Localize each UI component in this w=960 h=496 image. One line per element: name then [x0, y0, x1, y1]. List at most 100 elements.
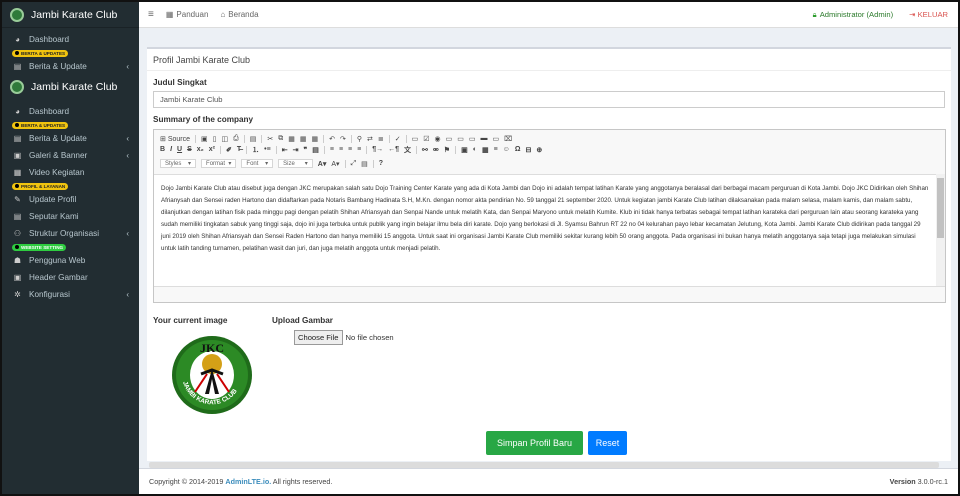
editor-content[interactable]: Dojo Jambi Karate Club atau disebut juga…	[154, 174, 945, 286]
preview-icon[interactable]: ◫	[221, 135, 228, 143]
sidebar-item-dashboard[interactable]: ◕ Dashboard	[2, 103, 139, 120]
save-icon[interactable]: ▣	[201, 135, 208, 143]
anchor-icon[interactable]: ⚑	[444, 146, 450, 154]
paste-word-icon[interactable]: ▦	[311, 135, 318, 143]
special-char-icon[interactable]: Ω	[515, 146, 521, 153]
align-center-icon[interactable]: ≡	[339, 146, 343, 153]
copy-icon[interactable]: ⧉	[278, 135, 283, 143]
video-icon: ▦	[13, 168, 22, 177]
menu-toggle-icon[interactable]: ≡	[148, 9, 154, 20]
size-select[interactable]: Size ▾	[278, 159, 313, 168]
table-icon[interactable]: ▦	[482, 146, 489, 154]
sidebar-item-video[interactable]: ▦ Video Kegiatan	[2, 164, 139, 181]
text-color-icon[interactable]: A▾	[318, 160, 327, 168]
maximize-icon[interactable]: ⤢	[351, 160, 357, 168]
find-icon[interactable]: ⚲	[357, 135, 362, 143]
indent-icon[interactable]: ⇥	[293, 146, 299, 154]
remove-format-icon[interactable]: T̶	[237, 146, 241, 153]
logout-link[interactable]: ⇥ KELUAR	[909, 10, 948, 19]
align-right-icon[interactable]: ≡	[348, 146, 352, 153]
paste-text-icon[interactable]: ▦	[300, 135, 307, 143]
show-blocks-icon[interactable]: ▤	[361, 160, 368, 168]
link-icon[interactable]: ⚯	[422, 146, 428, 154]
iframe-icon[interactable]: ⊕	[536, 146, 542, 154]
form-icon[interactable]: ▭	[412, 135, 419, 143]
textarea-icon[interactable]: ▭	[457, 135, 464, 143]
print-icon[interactable]: ⎙	[233, 135, 239, 143]
radio-icon[interactable]: ◉	[435, 135, 441, 143]
cut-icon[interactable]: ✂	[267, 135, 273, 143]
sidebar-item-struktur[interactable]: ⚇ Struktur Organisasi ‹	[2, 225, 139, 242]
align-left-icon[interactable]: ≡	[330, 146, 334, 153]
editor-scrollbar[interactable]	[936, 174, 945, 286]
sidebar-item-berita[interactable]: ▤ Berita & Update ‹	[2, 58, 139, 75]
file-upload-input[interactable]: Choose File No file chosen	[294, 330, 394, 345]
rtl-icon[interactable]: ←¶	[388, 146, 399, 153]
replace-icon[interactable]: ⇄	[367, 135, 373, 143]
checkbox-icon[interactable]: ☑	[423, 135, 429, 143]
templates-icon[interactable]: ▤	[250, 135, 257, 143]
horizontal-line-icon[interactable]: ≡	[494, 146, 498, 153]
toolbar-separator	[416, 145, 418, 154]
div-icon[interactable]: ▤	[312, 146, 319, 154]
sidebar-item-pengguna[interactable]: ☗ Pengguna Web	[2, 252, 139, 269]
format-select[interactable]: Format ▾	[201, 159, 237, 168]
sidebar-item-seputar[interactable]: ▤ Seputar Kami	[2, 208, 139, 225]
choose-file-button[interactable]: Choose File	[294, 330, 343, 345]
bold-icon[interactable]: B	[160, 146, 165, 153]
sidebar-item-header-gambar[interactable]: ▣ Header Gambar	[2, 269, 139, 286]
nav-link-panduan[interactable]: ▦ Panduan	[166, 10, 209, 19]
scrollbar-thumb[interactable]	[937, 178, 944, 238]
adminlte-link[interactable]: AdminLTE.io.	[225, 477, 271, 486]
select-all-icon[interactable]: ≣	[378, 135, 384, 143]
outdent-icon[interactable]: ⇤	[282, 146, 288, 154]
page-break-icon[interactable]: ⊟	[525, 146, 531, 154]
button-icon[interactable]: ▬	[481, 135, 488, 142]
styles-select[interactable]: Styles ▾	[160, 159, 197, 168]
italic-icon[interactable]: I	[170, 146, 172, 153]
reset-button[interactable]: Reset	[588, 431, 627, 455]
copy-format-icon[interactable]: ✐	[226, 146, 232, 154]
spellcheck-icon[interactable]: ✓	[395, 135, 401, 143]
image-button-icon[interactable]: ▭	[493, 135, 500, 143]
language-icon[interactable]: 文	[404, 145, 411, 155]
sidebar-item-galeri[interactable]: ▣ Galeri & Banner ‹	[2, 147, 139, 164]
underline-icon[interactable]: U	[177, 146, 182, 153]
sidebar-item-berita[interactable]: ▤ Berita & Update ‹	[2, 130, 139, 147]
redo-icon[interactable]: ↷	[340, 135, 346, 143]
toolbar-separator	[195, 134, 196, 143]
undo-icon[interactable]: ↶	[329, 135, 335, 143]
numbered-list-icon[interactable]: ⒈	[252, 145, 259, 155]
sidebar-item-update-profil[interactable]: ✎ Update Profil	[2, 191, 139, 208]
user-menu[interactable]: 🔒︎ Administrator (Admin)	[813, 10, 893, 20]
sidebar-item-dashboard[interactable]: ◕ Dashboard	[2, 31, 139, 48]
flash-icon[interactable]: ◐	[473, 146, 477, 153]
bg-color-icon[interactable]: A▾	[331, 160, 339, 168]
sidebar-item-label: Konfigurasi	[29, 290, 70, 299]
textfield-icon[interactable]: ▭	[446, 135, 453, 143]
ltr-icon[interactable]: ¶→	[372, 146, 383, 153]
image-icon[interactable]: ▣	[461, 146, 468, 154]
paste-icon[interactable]: ▦	[288, 135, 295, 143]
help-icon[interactable]: ?	[379, 160, 383, 167]
smiley-icon[interactable]: ☺	[503, 146, 510, 153]
judul-input[interactable]: Jambi Karate Club	[153, 91, 945, 108]
select-icon[interactable]: ▭	[469, 135, 476, 143]
sidebar-header-berita: BERITA & UPDATES	[2, 48, 139, 58]
sidebar-brand-repeat[interactable]: Jambi Karate Club	[2, 75, 139, 99]
unlink-icon[interactable]: ⚮	[433, 146, 439, 154]
font-select[interactable]: Font ▾	[241, 159, 274, 168]
sidebar-brand[interactable]: Jambi Karate Club	[2, 2, 139, 28]
bulleted-list-icon[interactable]: •≡	[264, 146, 271, 153]
subscript-icon[interactable]: x₂	[197, 146, 204, 153]
blockquote-icon[interactable]: ❞	[303, 146, 307, 154]
new-page-icon[interactable]: ▯	[213, 135, 217, 143]
save-profile-button[interactable]: Simpan Profil Baru	[486, 431, 583, 455]
nav-link-beranda[interactable]: ⌂ Beranda	[220, 10, 258, 19]
superscript-icon[interactable]: x²	[209, 146, 215, 153]
justify-icon[interactable]: ≡	[357, 146, 361, 153]
hidden-field-icon[interactable]: ⌧	[504, 135, 512, 143]
source-button[interactable]: ⊞ Source	[160, 135, 190, 143]
strike-icon[interactable]: S	[187, 146, 192, 153]
sidebar-item-konfigurasi[interactable]: ✲ Konfigurasi ‹	[2, 286, 139, 303]
